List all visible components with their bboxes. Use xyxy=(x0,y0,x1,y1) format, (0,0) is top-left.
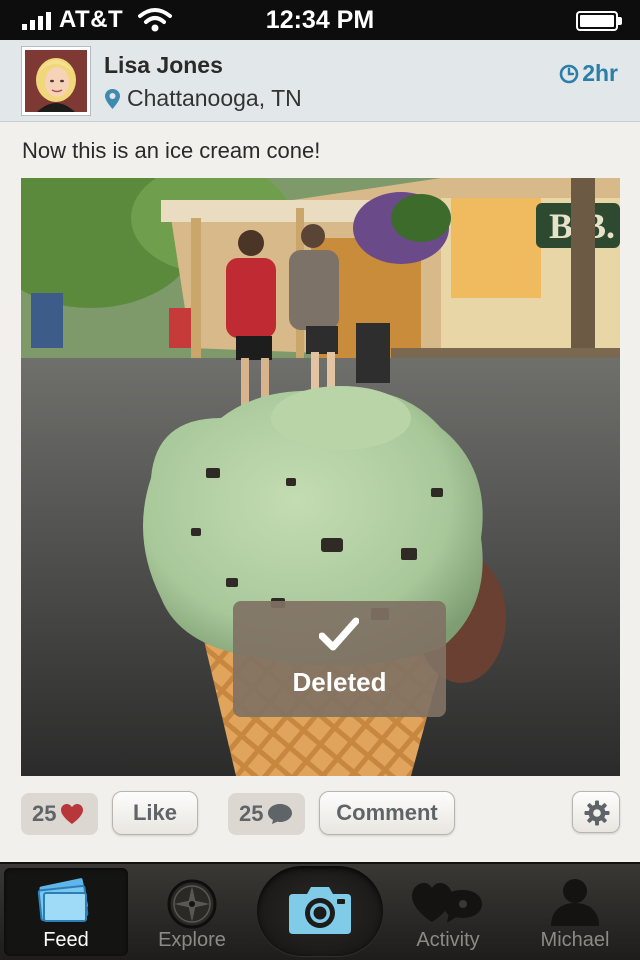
comment-count-number: 25 xyxy=(239,801,264,826)
location[interactable]: Chattanooga, TN xyxy=(104,85,302,112)
post-header: Lisa Jones Chattanooga, TN 2hr xyxy=(0,40,640,122)
status-bar: AT&T 12:34 PM xyxy=(0,0,640,40)
post-photo[interactable]: B.B. xyxy=(21,178,620,776)
tab-feed[interactable]: Feed xyxy=(4,868,128,956)
toast-label: Deleted xyxy=(292,667,387,697)
comment-button[interactable]: Comment xyxy=(319,791,455,835)
tab-profile[interactable]: Michael xyxy=(512,868,638,956)
avatar-image xyxy=(25,50,87,112)
post-caption: Now this is an ice cream cone! xyxy=(22,138,321,163)
camera-button[interactable] xyxy=(257,866,383,956)
battery-full-icon xyxy=(576,11,622,31)
checkmark-icon xyxy=(319,617,359,651)
deleted-toast: Deleted xyxy=(233,601,446,717)
feed-icon xyxy=(37,878,89,922)
like-count[interactable]: 25 xyxy=(21,793,98,835)
tab-label-feed: Feed xyxy=(43,929,89,951)
like-button[interactable]: Like xyxy=(112,791,198,835)
activity-icon xyxy=(412,883,482,923)
tab-activity[interactable]: Activity xyxy=(384,868,512,956)
status-time: 12:34 PM xyxy=(265,6,375,34)
location-text: Chattanooga, TN xyxy=(127,85,302,111)
speech-bubble-icon xyxy=(268,804,293,824)
comment-count[interactable]: 25 xyxy=(228,793,305,835)
compass-icon xyxy=(167,879,217,929)
avatar[interactable] xyxy=(22,47,90,115)
clock-icon xyxy=(559,64,579,83)
tab-label-activity: Activity xyxy=(416,929,480,951)
camera-icon xyxy=(289,887,351,934)
settings-button[interactable] xyxy=(572,791,620,833)
heart-icon xyxy=(61,804,84,824)
tab-label-explore: Explore xyxy=(158,929,226,951)
timestamp-text: 2hr xyxy=(582,60,618,86)
gear-icon xyxy=(584,800,610,826)
profile-icon xyxy=(551,879,599,926)
tab-explore[interactable]: Explore xyxy=(128,868,256,956)
author-name[interactable]: Lisa Jones xyxy=(104,52,223,79)
like-count-number: 25 xyxy=(32,801,57,826)
timestamp: 2hr xyxy=(559,60,618,87)
tab-label-profile: Michael xyxy=(540,929,610,951)
location-pin-icon xyxy=(105,88,120,109)
